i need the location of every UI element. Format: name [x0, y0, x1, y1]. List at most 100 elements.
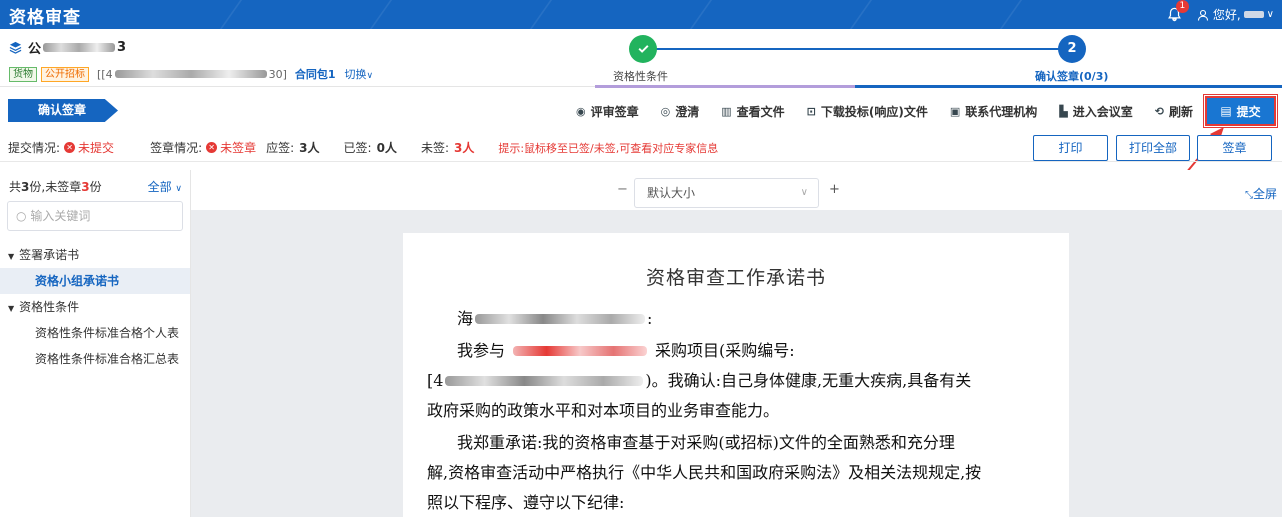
doc-line-6: 解,资格审查活动中严格执行《中华人民共和国政府采购法》及相关法规规定,按: [427, 463, 982, 482]
user-icon: [1197, 9, 1208, 21]
download-bid-action[interactable]: ⊡ 下载投标(响应)文件: [807, 103, 928, 120]
refresh-icon: ⟲: [1154, 104, 1164, 118]
doc-line-3: [4)。我确认:自己身体健康,无重大疾病,具备有关: [427, 371, 972, 390]
decor-stripe: [369, 0, 393, 29]
fullscreen-icon: ⤡: [1244, 190, 1253, 201]
switch-package-link[interactable]: 切换∨: [345, 66, 374, 82]
error-icon: ✕: [64, 142, 76, 153]
should-sign-label: 应签:: [266, 141, 295, 155]
step-underline-done: [595, 85, 855, 88]
search-input[interactable]: ○ 输入关键词: [7, 201, 183, 231]
tree-item-group-commitment[interactable]: 资格小组承诺书: [0, 268, 190, 294]
zoom-out-button[interactable]: −: [617, 182, 628, 197]
project-name: 公 3: [9, 38, 126, 57]
layers-icon: [9, 41, 22, 54]
sign-status-label: 签章情况:: [150, 141, 203, 155]
step-connector: [647, 48, 1070, 50]
step-underline-active: [855, 85, 1282, 88]
project-name-suffix: 3: [117, 40, 127, 55]
document-title: 资格审查工作承诺书: [645, 267, 826, 289]
project-tags: 货物 公开招标 [[4 30] 合同包1 切换∨: [9, 66, 373, 82]
step-done: [629, 35, 657, 63]
download-icon: ⊡: [806, 104, 816, 118]
sign-button[interactable]: 签章: [1197, 135, 1272, 161]
decor-stripe: [689, 0, 713, 29]
contact-icon: ▣: [949, 104, 961, 118]
submit-icon: ▤: [1220, 104, 1232, 118]
tag-open-tender: 公开招标: [41, 66, 89, 82]
doc-line-4: 政府采购的政策水平和对本项目的业务审查能力。: [427, 401, 780, 420]
signed-label: 已签:: [343, 141, 372, 155]
project-name-redacted: [43, 43, 116, 52]
chevron-down-icon: ∨: [366, 71, 374, 81]
zoom-select[interactable]: 默认大小 ∨: [634, 178, 819, 208]
error-icon: ✕: [206, 142, 218, 153]
unsigned-label: 未签:: [420, 141, 449, 155]
filter-dropdown[interactable]: 全部 ∨: [148, 178, 182, 195]
notification-bell[interactable]: 1: [1167, 0, 1189, 23]
chevron-down-icon: ∨: [800, 187, 808, 198]
username-redacted: [1243, 11, 1264, 18]
check-icon: [637, 45, 649, 53]
progress-steps: 资格性条件 2 确认签章(0/3): [600, 35, 1120, 85]
greeting: 您好,: [1212, 8, 1241, 22]
signed-value[interactable]: 0人: [377, 139, 397, 156]
doc-line-5: 我郑重承诺:我的资格审查基于对采购(或招标)文件的全面熟悉和充分理: [457, 433, 955, 452]
submit-status-label: 提交情况:: [8, 141, 61, 155]
refresh-action[interactable]: ⟲ 刷新: [1155, 103, 1193, 120]
submit-status-value: 未提交: [78, 141, 115, 155]
search-icon: ○: [16, 209, 27, 223]
tree-group-commitment[interactable]: ▼ 签署承诺书: [0, 242, 190, 268]
decor-stripe: [999, 0, 1023, 29]
decor-stripe: [849, 0, 873, 29]
user-area: 1 您好, ∨: [1167, 0, 1274, 29]
notification-badge: 1: [1175, 0, 1189, 13]
package-label: 合同包1: [294, 68, 336, 81]
document-page: 资格审查工作承诺书 海: 我参与 采购项目(采购编号: [4)。我确认:自己身体健…: [403, 233, 1069, 517]
tree-item-summary-table[interactable]: 资格性条件标准合格汇总表: [0, 346, 190, 372]
decor-stripe: [529, 0, 553, 29]
step-active: 2: [1058, 35, 1086, 63]
project-header: 公 3 货物 公开招标 [[4 30] 合同包1 切换∨ 资格性条件 2 确认签…: [0, 29, 1282, 88]
project-code-suffix: 30]: [268, 67, 287, 81]
redacted-text: [475, 314, 646, 324]
clarify-action[interactable]: ◎ 澄清: [661, 103, 700, 120]
document-tree: ▼ 签署承诺书 资格小组承诺书 ▼ 资格性条件 资格性条件标准合格个人表 资格性条件…: [0, 242, 190, 372]
caret-down-icon: ▼: [8, 304, 15, 313]
summary-text: 共3份,未签章3份: [9, 180, 102, 194]
clarify-icon: ◎: [660, 104, 671, 118]
app-title: 资格审查: [9, 8, 81, 28]
enter-meeting-action[interactable]: ▙ 进入会议室: [1059, 103, 1132, 120]
review-sign-icon: ◉: [575, 104, 586, 118]
project-name-prefix: 公: [28, 42, 42, 57]
sign-status-value: 未签章: [220, 141, 257, 155]
decor-stripe: [219, 0, 243, 29]
tag-goods: 货物: [9, 66, 37, 82]
chevron-down-icon: ∨: [175, 184, 182, 194]
action-bar: 确认签章 ◉ 评审签章 ◎ 澄清 ▥ 查看文件 ⊡ 下载投标(响应)文件 ▣ 联系代理机构…: [0, 94, 1282, 128]
doc-line-7: 照以下程序、遵守以下纪律:: [427, 493, 625, 512]
tree-item-individual-table[interactable]: 资格性条件标准合格个人表: [0, 320, 190, 346]
project-code-redacted: [114, 70, 267, 78]
print-button[interactable]: 打印: [1033, 135, 1108, 161]
unsigned-value[interactable]: 3人: [454, 139, 474, 156]
project-code-prefix: [[4: [97, 67, 113, 81]
caret-down-icon: ▼: [8, 252, 15, 261]
zoom-in-button[interactable]: +: [829, 182, 840, 197]
step-1-label: 资格性条件: [613, 70, 668, 83]
doc-line-1: 海:: [457, 309, 653, 328]
contact-agency-action[interactable]: ▣ 联系代理机构: [950, 103, 1037, 120]
fullscreen-button[interactable]: ⤡全屏: [1245, 185, 1277, 202]
tree-group-qualification[interactable]: ▼ 资格性条件: [0, 294, 190, 320]
view-files-action[interactable]: ▥ 查看文件: [721, 103, 784, 120]
user-menu-chevron-icon[interactable]: ∨: [1267, 9, 1274, 20]
zoom-bar: − 默认大小 ∨ + ⤡全屏: [191, 170, 1282, 210]
review-sign-action[interactable]: ◉ 评审签章: [576, 103, 639, 120]
print-all-button[interactable]: 打印全部: [1116, 135, 1190, 161]
doc-line-2: 我参与 采购项目(采购编号:: [457, 341, 795, 360]
document-sidebar: 共3份,未签章3份 全部 ∨ ○ 输入关键词 ▼ 签署承诺书 资格小组承诺书 ▼ 资…: [0, 170, 191, 517]
submit-button[interactable]: ▤ 提交: [1203, 94, 1278, 128]
confirm-sign-tab[interactable]: 确认签章: [8, 99, 118, 122]
redacted-code: [445, 376, 644, 386]
should-sign-value[interactable]: 3人: [299, 139, 319, 156]
